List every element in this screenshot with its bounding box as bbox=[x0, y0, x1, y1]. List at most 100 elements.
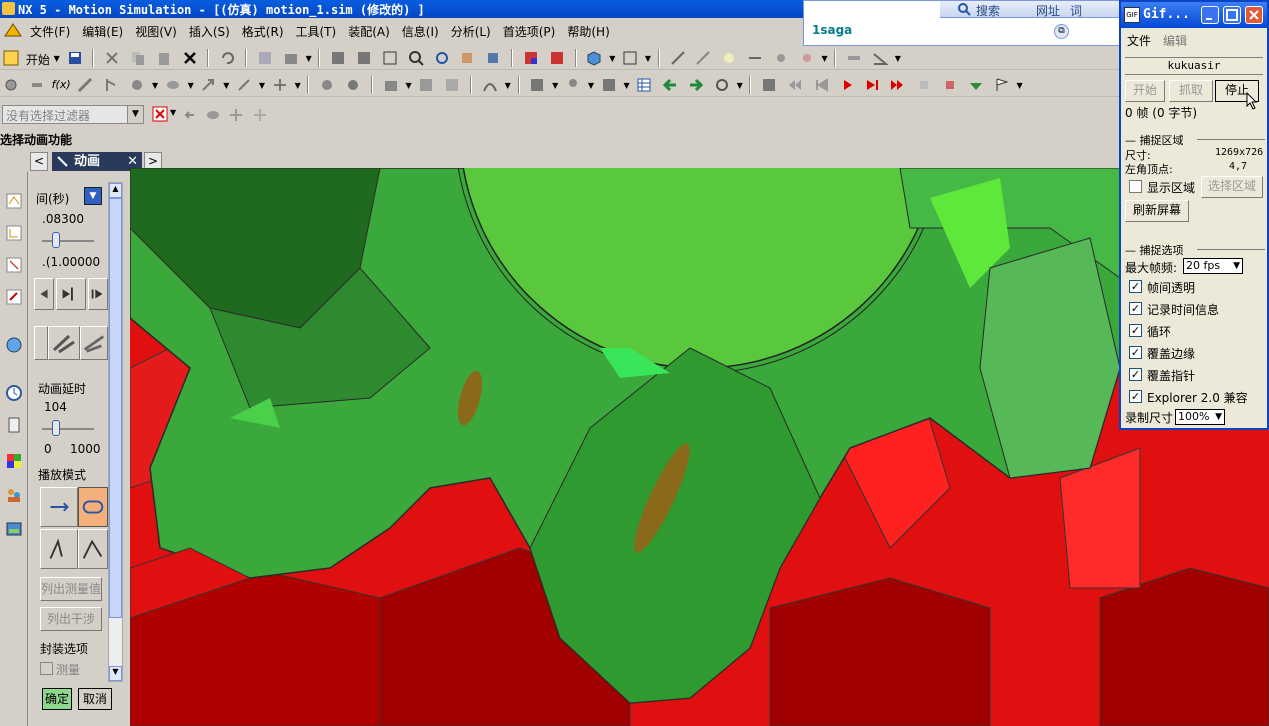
option-checkbox[interactable]: ✓ bbox=[1129, 346, 1142, 359]
tab-animation[interactable]: 动画 ✕ bbox=[52, 152, 142, 171]
chevron-down-icon[interactable]: ▼ bbox=[505, 81, 511, 90]
snap-icon-3[interactable] bbox=[721, 50, 737, 66]
trace-button[interactable] bbox=[34, 326, 48, 360]
layer-icon[interactable] bbox=[283, 50, 299, 66]
chevron-down-icon[interactable]: ▼ bbox=[406, 81, 412, 90]
chevron-down-icon[interactable]: ▼ bbox=[588, 81, 594, 90]
edit-icon-2[interactable] bbox=[444, 77, 460, 93]
option-checkbox[interactable]: ✓ bbox=[1129, 302, 1142, 315]
select-icon[interactable] bbox=[257, 50, 273, 66]
chevron-down-icon[interactable]: ▼ bbox=[306, 54, 312, 63]
paste-icon[interactable] bbox=[156, 50, 172, 66]
constraint-navigator-icon[interactable] bbox=[5, 224, 23, 242]
snap-icon-4[interactable] bbox=[747, 50, 763, 66]
scroll-thumb[interactable] bbox=[109, 198, 122, 618]
chevron-down-icon[interactable]: ▼ bbox=[295, 81, 301, 90]
angle-icon[interactable] bbox=[872, 50, 888, 66]
chevron-down-icon[interactable]: ▼ bbox=[645, 54, 651, 63]
show-area-checkbox[interactable] bbox=[1129, 180, 1142, 193]
animation-icon[interactable] bbox=[761, 77, 777, 93]
browser-text[interactable]: 1saga bbox=[812, 23, 852, 37]
chevron-down-icon[interactable]: ▼ bbox=[1017, 81, 1023, 90]
gif-start-button[interactable]: 开始 bbox=[1125, 80, 1165, 102]
joint-icon[interactable] bbox=[77, 77, 93, 93]
option-checkbox[interactable]: ✓ bbox=[1129, 390, 1142, 403]
time-slider-thumb[interactable] bbox=[52, 232, 60, 248]
zoom-window-icon[interactable] bbox=[356, 50, 372, 66]
time-slider-track[interactable] bbox=[42, 240, 94, 242]
snap-icon[interactable] bbox=[670, 50, 686, 66]
snap-point-icon[interactable] bbox=[228, 107, 244, 123]
pan-icon[interactable] bbox=[459, 50, 475, 66]
palette-icon[interactable] bbox=[5, 452, 23, 470]
function-button[interactable]: f(x) bbox=[52, 78, 71, 91]
fast-forward-icon[interactable] bbox=[890, 77, 906, 93]
edit-icon[interactable] bbox=[418, 77, 434, 93]
selection-filter-dropdown[interactable]: 没有选择过滤器 ▼ bbox=[2, 105, 144, 124]
chevron-down-icon[interactable]: ▼ bbox=[152, 81, 158, 90]
search-button[interactable]: 搜索 bbox=[976, 2, 1000, 19]
delay-slider-track[interactable] bbox=[42, 428, 94, 430]
measure-icon[interactable] bbox=[846, 50, 862, 66]
chevron-down-icon[interactable]: ▼ bbox=[188, 81, 194, 90]
chevron-down-icon[interactable]: ▼ bbox=[552, 81, 558, 90]
menu-item[interactable]: 帮助(H) bbox=[561, 23, 615, 40]
part-navigator-icon[interactable] bbox=[5, 256, 23, 274]
solver-icon[interactable] bbox=[319, 77, 335, 93]
contact-icon[interactable] bbox=[165, 77, 181, 93]
list-interference-button[interactable]: 列出干涉 bbox=[40, 607, 102, 631]
undo-select-icon[interactable] bbox=[182, 107, 198, 123]
gif-menu-edit[interactable]: 编辑 bbox=[1163, 32, 1187, 49]
cut-icon[interactable] bbox=[104, 50, 120, 66]
list-measures-button[interactable]: 列出测量值 bbox=[40, 577, 102, 601]
playback-loop-button[interactable] bbox=[78, 487, 108, 527]
loop-icon[interactable] bbox=[968, 77, 984, 93]
play-icon[interactable] bbox=[839, 77, 855, 93]
snap-point-icon-2[interactable] bbox=[252, 107, 268, 123]
chevron-down-icon[interactable]: ▼ bbox=[623, 81, 629, 90]
web-browser-icon[interactable] bbox=[5, 336, 23, 354]
chevron-down-icon[interactable]: ▼ bbox=[821, 54, 827, 63]
graph-icon[interactable] bbox=[482, 77, 498, 93]
zoom-area-icon[interactable] bbox=[382, 50, 398, 66]
chevron-down-icon[interactable]: ▼ bbox=[170, 108, 176, 117]
chevron-down-icon[interactable]: ▼ bbox=[127, 106, 143, 123]
play-backward-button[interactable] bbox=[34, 278, 54, 310]
driver-icon[interactable] bbox=[272, 77, 288, 93]
undo-icon[interactable] bbox=[219, 50, 235, 66]
refresh-screen-button[interactable]: 刷新屏幕 bbox=[1125, 200, 1189, 222]
max-fps-select[interactable]: 20 fps ▼ bbox=[1183, 258, 1243, 274]
frame-icon[interactable] bbox=[601, 77, 617, 93]
ok-button[interactable]: 确定 bbox=[42, 688, 72, 710]
fit-icon[interactable] bbox=[330, 50, 346, 66]
panel-scrollbar[interactable]: ▲ ▼ bbox=[108, 182, 123, 682]
explode-button[interactable] bbox=[48, 326, 80, 360]
flag-icon[interactable] bbox=[994, 77, 1010, 93]
menu-item[interactable]: 工具(T) bbox=[290, 23, 343, 40]
step-forward-icon[interactable] bbox=[865, 77, 881, 93]
playback-once-button[interactable] bbox=[40, 487, 78, 527]
menu-item[interactable]: 装配(A) bbox=[342, 23, 396, 40]
minimize-button[interactable] bbox=[1201, 6, 1219, 24]
grid-icon[interactable] bbox=[529, 77, 545, 93]
shaded-icon[interactable] bbox=[523, 50, 539, 66]
scroll-up-icon[interactable]: ▲ bbox=[109, 183, 122, 198]
cube-view-icon[interactable] bbox=[586, 50, 602, 66]
arrow-right-icon[interactable] bbox=[688, 77, 704, 93]
edges-icon[interactable] bbox=[549, 50, 565, 66]
fast-forward-button[interactable] bbox=[88, 278, 108, 310]
tab-prev-button[interactable]: < bbox=[30, 152, 48, 171]
start-button[interactable]: 开始 bbox=[26, 51, 50, 68]
address-button[interactable]: 网址 bbox=[1036, 2, 1060, 19]
cancel-button[interactable]: 取消 bbox=[78, 688, 112, 710]
display-style-icon[interactable] bbox=[622, 50, 638, 66]
link-icon[interactable] bbox=[29, 77, 45, 93]
menu-item[interactable]: 插入(S) bbox=[183, 23, 236, 40]
delete-icon[interactable] bbox=[182, 50, 198, 66]
words-button[interactable]: 词 bbox=[1070, 2, 1082, 19]
track-button[interactable] bbox=[80, 326, 108, 360]
filter-icon[interactable] bbox=[152, 106, 168, 122]
maximize-button[interactable] bbox=[1223, 6, 1241, 24]
search-icon[interactable] bbox=[958, 3, 971, 16]
rotate-icon[interactable] bbox=[434, 50, 450, 66]
